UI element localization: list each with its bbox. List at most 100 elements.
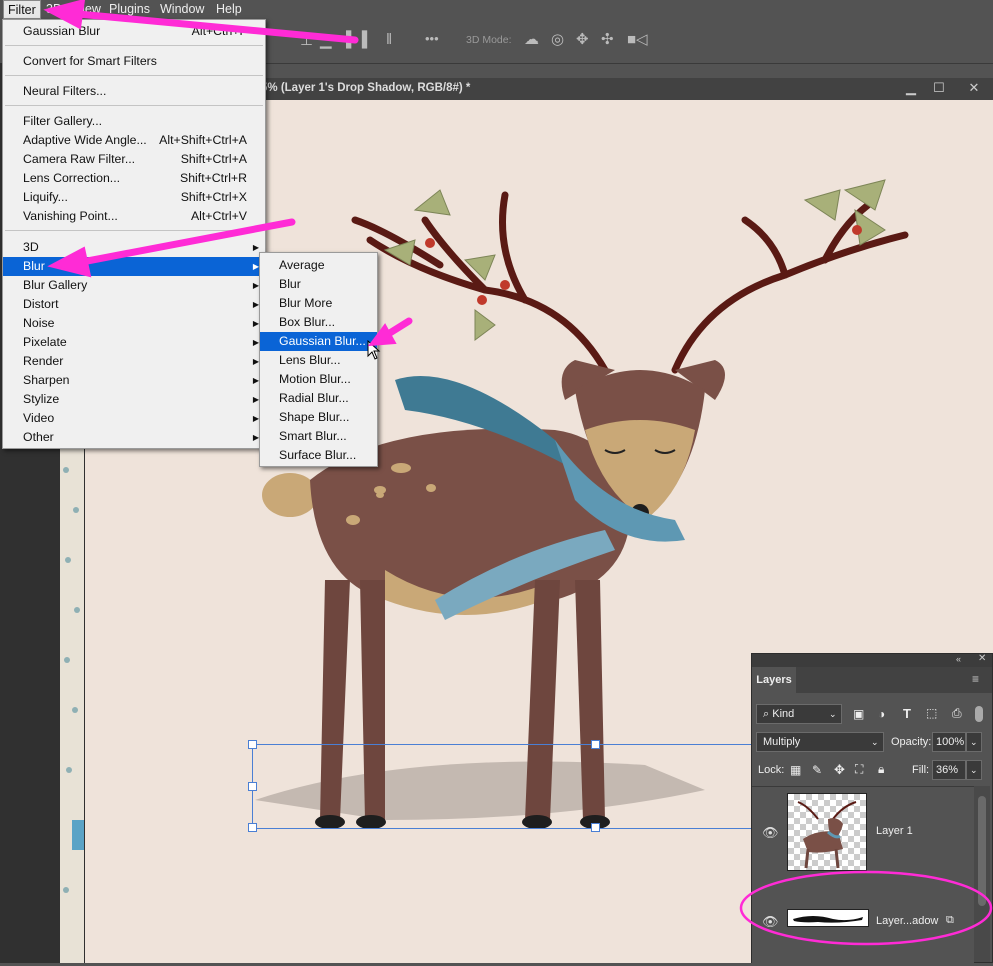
transform-handle[interactable] [248, 740, 257, 749]
filter-toggle-icon[interactable] [975, 706, 983, 722]
slide-3d-icon[interactable]: ✣ [601, 30, 614, 48]
menu-item-liquify[interactable]: Liquify... Shift+Ctrl+X [3, 188, 265, 207]
lock-position-icon[interactable]: ✥ [834, 762, 845, 778]
transform-handle[interactable] [591, 823, 600, 832]
menu-item-noise[interactable]: Noise ▶ [3, 314, 265, 333]
menu-help[interactable]: Help [212, 0, 246, 19]
menu-item-other[interactable]: Other ▶ [3, 428, 265, 447]
submenu-item-shape-blur[interactable]: Shape Blur... [260, 408, 377, 427]
menu-item-label: Other [23, 430, 54, 444]
menu-item-neural-filters[interactable]: Neural Filters... [3, 82, 265, 101]
menu-item-adaptive-wide-angle[interactable]: Adaptive Wide Angle... Alt+Shift+Ctrl+A [3, 131, 265, 150]
orbit-3d-icon[interactable]: ☁ [524, 30, 539, 48]
layer-row[interactable]: 👁︎ Layer...adow ⧉ [752, 876, 974, 963]
menu-plugins[interactable]: Plugins [105, 0, 154, 19]
distribute-vertical-icon[interactable]: ‖ [386, 31, 392, 48]
menu-item-label: Video [23, 411, 55, 425]
tab-layers[interactable]: Layers [752, 667, 796, 693]
menu-item-label: Box Blur... [279, 315, 336, 329]
menu-separator [5, 230, 263, 231]
menu-item-vanishing-point[interactable]: Vanishing Point... Alt+Ctrl+V [3, 207, 265, 226]
layer-effects-icon[interactable]: ⧉ [946, 914, 954, 927]
menu-item-stylize[interactable]: Stylize ▶ [3, 390, 265, 409]
minimize-button[interactable]: ▁ [896, 78, 926, 98]
lock-artboard-icon[interactable]: ⛶ [855, 762, 863, 777]
menu-filter[interactable]: Filter [3, 0, 41, 19]
transform-bounding-box[interactable] [252, 744, 764, 829]
smart-object-filter-icon[interactable]: ⎙ [952, 706, 962, 721]
menu-item-camera-raw[interactable]: Camera Raw Filter... Shift+Ctrl+A [3, 150, 265, 169]
submenu-item-gaussian-blur[interactable]: Gaussian Blur... [260, 332, 377, 351]
menu-item-3d[interactable]: 3D ▶ [3, 238, 265, 257]
more-options-icon[interactable]: ••• [425, 31, 439, 46]
submenu-item-box-blur[interactable]: Box Blur... [260, 313, 377, 332]
fill-input[interactable]: 36% [932, 760, 966, 780]
menu-item-distort[interactable]: Distort ▶ [3, 295, 265, 314]
submenu-item-motion-blur[interactable]: Motion Blur... [260, 370, 377, 389]
lock-all-icon[interactable]: 🔒︎ [878, 762, 884, 777]
adjustment-filter-icon[interactable]: ◑ [878, 707, 885, 721]
collapse-panel-icon[interactable]: « [956, 654, 961, 664]
submenu-item-blur-more[interactable]: Blur More [260, 294, 377, 313]
fill-label: Fill: [912, 764, 930, 776]
submenu-item-surface-blur[interactable]: Surface Blur... [260, 446, 377, 465]
align-bars-icon[interactable]: ▌▐ [346, 31, 367, 48]
menu-separator [5, 75, 263, 76]
menu-window[interactable]: Window [156, 0, 208, 19]
visibility-eye-icon[interactable]: 👁︎ [762, 825, 779, 841]
menu-item-blur-gallery[interactable]: Blur Gallery ▶ [3, 276, 265, 295]
visibility-eye-icon[interactable]: 👁︎ [762, 914, 779, 930]
submenu-item-blur[interactable]: Blur [260, 275, 377, 294]
panel-menu-icon[interactable]: ≡ [972, 672, 979, 686]
transform-handle[interactable] [591, 740, 600, 749]
lock-transparent-icon[interactable]: ▦ [790, 763, 801, 777]
menu-item-pixelate[interactable]: Pixelate ▶ [3, 333, 265, 352]
distribute-icon[interactable]: ⊥ [300, 31, 313, 49]
camera-3d-icon[interactable]: ■◁ [627, 30, 648, 48]
menu-3d[interactable]: 3D [42, 0, 66, 19]
close-panel-icon[interactable]: ✕ [978, 653, 986, 664]
menu-item-filter-gallery[interactable]: Filter Gallery... [3, 112, 265, 131]
scrollbar-thumb[interactable] [978, 796, 986, 906]
menu-item-label: Vanishing Point... [23, 209, 118, 223]
menu-item-last-filter[interactable]: Gaussian Blur Alt+Ctrl+F [3, 22, 265, 41]
blur-submenu: Average Blur Blur More Box Blur... Gauss… [259, 252, 378, 467]
menu-item-sharpen[interactable]: Sharpen ▶ [3, 371, 265, 390]
maximize-button[interactable]: ☐ [924, 78, 954, 98]
shape-filter-icon[interactable]: ⬚ [926, 706, 937, 720]
menu-item-blur[interactable]: Blur ▶ [3, 257, 265, 276]
document-title[interactable]: 5% (Layer 1's Drop Shadow, RGB/8#) * [261, 82, 470, 94]
submenu-item-lens-blur[interactable]: Lens Blur... [260, 351, 377, 370]
opacity-slider-toggle[interactable]: ⌄ [966, 732, 982, 752]
transform-handle[interactable] [248, 823, 257, 832]
submenu-item-average[interactable]: Average [260, 256, 377, 275]
fill-slider-toggle[interactable]: ⌄ [966, 760, 982, 780]
opacity-input[interactable]: 100% [932, 732, 966, 752]
menu-item-video[interactable]: Video ▶ [3, 409, 265, 428]
layers-scrollbar[interactable] [974, 786, 990, 962]
filter-kind-select[interactable]: ⌕ Kind ⌄ [756, 704, 842, 724]
menu-item-label: Pixelate [23, 335, 67, 349]
align-bottom-icon[interactable]: ▁ [320, 31, 332, 49]
menu-item-lens-correction[interactable]: Lens Correction... Shift+Ctrl+R [3, 169, 265, 188]
menu-item-label: Blur More [279, 296, 333, 310]
pan-3d-icon[interactable]: ✥ [576, 30, 589, 48]
transform-handle[interactable] [248, 782, 257, 791]
layer-row[interactable]: 👁︎ Layer 1 [752, 787, 974, 874]
roll-3d-icon[interactable]: ◎ [551, 30, 564, 48]
menu-item-label: Sharpen [23, 373, 70, 387]
menu-item-label: Blur Gallery [23, 278, 88, 292]
submenu-item-smart-blur[interactable]: Smart Blur... [260, 427, 377, 446]
image-filter-icon[interactable]: ▣ [853, 707, 864, 721]
blend-mode-select[interactable]: Multiply ⌄ [756, 732, 884, 752]
submenu-item-radial-blur[interactable]: Radial Blur... [260, 389, 377, 408]
menu-item-render[interactable]: Render ▶ [3, 352, 265, 371]
menu-item-shortcut: Alt+Shift+Ctrl+A [159, 133, 247, 147]
lock-image-icon[interactable]: ✎ [812, 763, 822, 777]
menu-item-convert-smart-filters[interactable]: Convert for Smart Filters [3, 52, 265, 71]
menu-view[interactable]: View [70, 0, 105, 19]
menu-item-label: Radial Blur... [279, 391, 349, 405]
menu-item-label: Average [279, 258, 325, 272]
close-button[interactable]: ✕ [959, 78, 989, 98]
type-filter-icon[interactable]: T [903, 706, 911, 721]
